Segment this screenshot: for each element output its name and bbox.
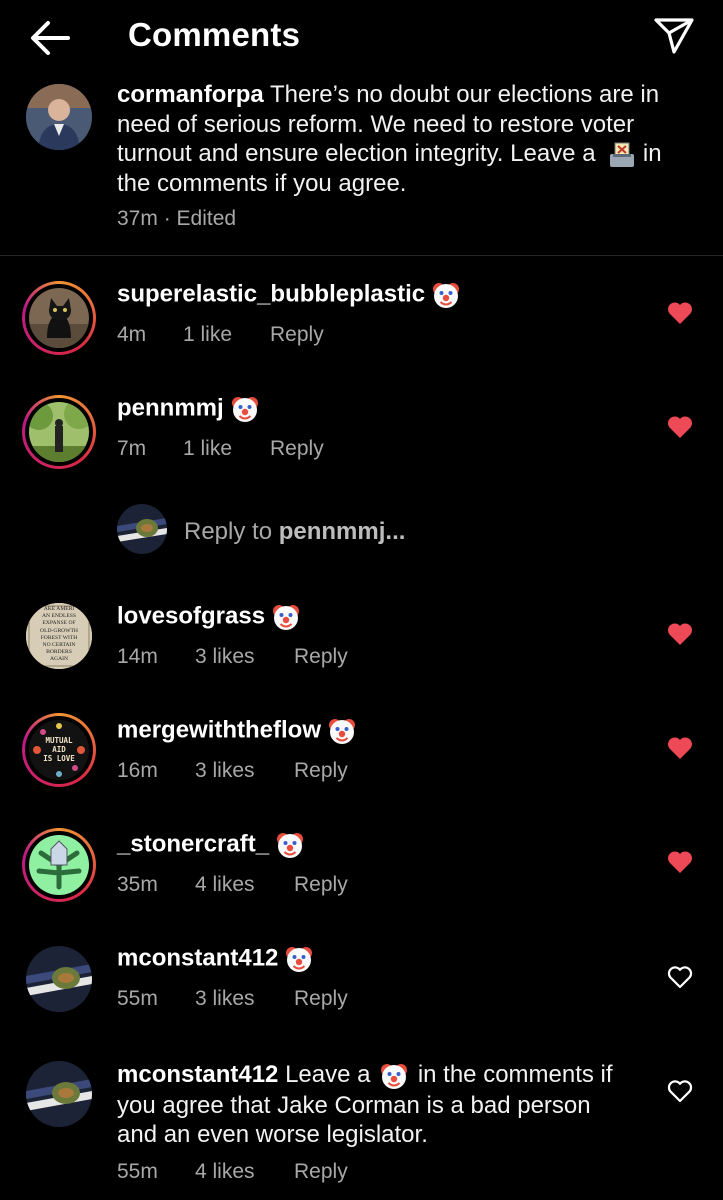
comment-meta: 16m 3 likes Reply (117, 759, 348, 783)
forest-person-photo (29, 402, 89, 462)
back-arrow-icon[interactable] (28, 18, 72, 58)
heart-icon[interactable] (666, 849, 694, 875)
comment-username[interactable]: _stonercraft_ (117, 830, 305, 860)
avatar-lettering: MUTUAL AID IS LOVE (43, 736, 75, 763)
comment-username[interactable]: mergewiththeflow (117, 716, 357, 746)
avatar (29, 835, 89, 895)
send-icon[interactable] (652, 16, 696, 56)
edited-label: Edited (176, 207, 237, 230)
like-count[interactable]: 1 like (183, 437, 270, 461)
comment-username[interactable]: mconstant412 (117, 1061, 278, 1088)
comment-text: mconstant412 Leave a in the comments if … (117, 1060, 637, 1150)
reply-button[interactable]: Reply (270, 437, 324, 461)
reply-button[interactable]: Reply (294, 645, 348, 669)
avatar (117, 504, 167, 554)
reply-button[interactable]: Reply (294, 987, 348, 1011)
comment-time: 35m (117, 873, 158, 896)
avatar-photo (26, 946, 92, 1012)
sign-text: AKE AMERI AN ENDLESS EXPANSE OF OLD-GROW… (40, 606, 78, 663)
story-ring-avatar[interactable] (22, 828, 96, 902)
comment-time: 7m (117, 437, 147, 460)
reply-button[interactable]: Reply (294, 759, 348, 783)
meta-separator: · (163, 207, 171, 230)
reply-button[interactable]: Reply (270, 323, 324, 347)
clown-face-icon (433, 283, 460, 308)
reply-button[interactable]: Reply (294, 873, 348, 897)
ballot-box-icon (610, 142, 635, 167)
comment-meta: 14m 3 likes Reply (117, 645, 348, 669)
heart-icon[interactable] (666, 300, 694, 326)
caption-text: cormanforpa There’s no doubt our electio… (117, 80, 677, 198)
like-count[interactable]: 4 likes (195, 1160, 294, 1184)
avatar-photo (26, 84, 92, 150)
comment-meta: 7m 1 like Reply (117, 437, 324, 461)
heart-icon[interactable] (666, 414, 694, 440)
avatar: MUTUAL AID IS LOVE (29, 720, 89, 780)
reply-button[interactable]: Reply (294, 1160, 348, 1184)
comment-meta: 4m 1 like Reply (117, 323, 324, 347)
comment-time: 14m (117, 645, 158, 668)
heart-icon[interactable] (666, 1078, 694, 1104)
clown-face-icon (273, 605, 300, 630)
comment-time: 55m (117, 1160, 158, 1183)
avatar[interactable] (26, 946, 92, 1012)
black-cat-photo (29, 288, 89, 348)
comment-username[interactable]: pennmmj (117, 394, 260, 424)
story-ring-avatar[interactable] (22, 281, 96, 355)
comment-body: Leave a (285, 1061, 371, 1088)
comment-username[interactable]: mconstant412 (117, 944, 314, 974)
avatar (29, 288, 89, 348)
caption-username[interactable]: cormanforpa (117, 81, 264, 108)
clown-face-icon (277, 833, 304, 858)
heart-icon[interactable] (666, 735, 694, 761)
avatar[interactable] (26, 1061, 92, 1127)
comment-username[interactable]: lovesofgrass (117, 602, 301, 632)
caption-time: 37m (117, 207, 158, 230)
comment-time: 55m (117, 987, 158, 1010)
comment-meta: 55m 4 likes Reply (117, 1160, 348, 1184)
top-bar: Comments (0, 0, 723, 75)
heart-icon[interactable] (666, 964, 694, 990)
comment-time: 16m (117, 759, 158, 782)
like-count[interactable]: 4 likes (195, 873, 294, 897)
comment-meta: 35m 4 likes Reply (117, 873, 348, 897)
avatar-photo (26, 1061, 92, 1127)
comment-meta: 55m 3 likes Reply (117, 987, 348, 1011)
page-title: Comments (128, 16, 301, 53)
clown-face-icon (381, 1063, 408, 1089)
avatar[interactable]: AKE AMERI AN ENDLESS EXPANSE OF OLD-GROW… (26, 603, 92, 669)
avatar (29, 402, 89, 462)
caption-meta: 37m · Edited (117, 207, 236, 231)
comment-username[interactable]: superelastic_bubbleplastic (117, 280, 461, 310)
leaf-art-photo (29, 835, 89, 895)
clown-face-icon (286, 947, 313, 972)
like-count[interactable]: 3 likes (195, 987, 294, 1011)
comment-time: 4m (117, 323, 147, 346)
story-ring-avatar[interactable]: MUTUAL AID IS LOVE (22, 713, 96, 787)
clown-face-icon (329, 719, 356, 744)
reply-target: pennmmj... (278, 518, 406, 545)
avatar-photo (117, 504, 167, 554)
clown-face-icon (231, 397, 258, 422)
avatar[interactable] (26, 84, 92, 150)
heart-icon[interactable] (666, 621, 694, 647)
like-count[interactable]: 1 like (183, 323, 270, 347)
reply-prefix: Reply to (184, 518, 273, 545)
story-ring-avatar[interactable] (22, 395, 96, 469)
like-count[interactable]: 3 likes (195, 645, 294, 669)
like-count[interactable]: 3 likes (195, 759, 294, 783)
